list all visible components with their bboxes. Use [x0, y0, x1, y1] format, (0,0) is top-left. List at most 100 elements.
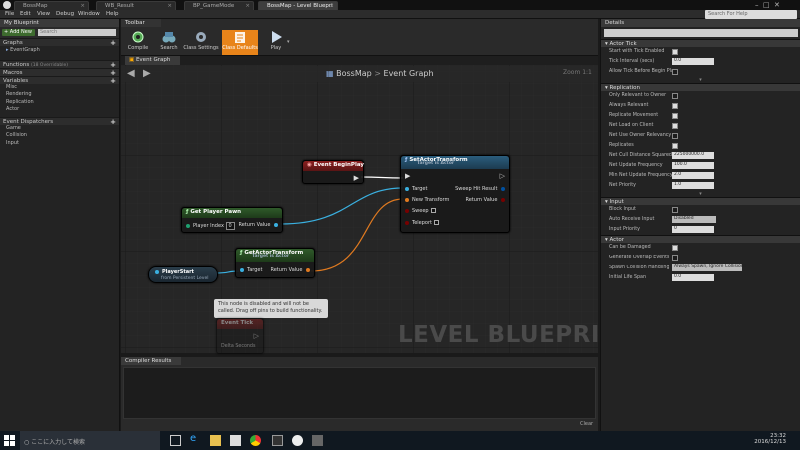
- property-value[interactable]: 0.0: [672, 274, 714, 281]
- actor-tick-section[interactable]: ▾ Actor Tick: [601, 39, 800, 47]
- window-controls[interactable]: – □ ✕: [755, 1, 780, 9]
- menu-help[interactable]: Help: [106, 11, 119, 17]
- back-arrow-icon[interactable]: ◀: [127, 68, 135, 79]
- property-checkbox[interactable]: [672, 123, 678, 129]
- menu-edit[interactable]: Edit: [20, 11, 31, 17]
- variable-category[interactable]: Misc: [0, 84, 119, 92]
- dispatcher-category[interactable]: Game: [0, 125, 119, 133]
- windows-start-icon[interactable]: [4, 435, 15, 446]
- class-settings-button[interactable]: Class Settings: [183, 30, 219, 55]
- chrome-icon[interactable]: [250, 435, 261, 446]
- sweep-checkbox[interactable]: [430, 208, 436, 213]
- macros-section[interactable]: Macros +: [0, 67, 119, 77]
- exec-out-icon[interactable]: ▶: [354, 174, 359, 182]
- tab-wb-result[interactable]: WB_Result ×: [96, 1, 176, 10]
- taskbar-search-input[interactable]: ○ ここに入力して検索: [20, 431, 160, 450]
- exec-out-icon[interactable]: ▷: [500, 172, 505, 180]
- set-actor-transform-node[interactable]: ƒ SetActorTransform Target is Actor ▶ ▷ T…: [400, 155, 510, 233]
- search-help-input[interactable]: Search For Help: [705, 10, 797, 19]
- graphs-section[interactable]: Graphs +: [0, 38, 119, 47]
- event-dispatchers-section[interactable]: Event Dispatchers +: [0, 116, 119, 126]
- title-tab-bar: BossMap × WB_Result × BP_GameMode × BossMap…: [0, 0, 800, 10]
- graph-canvas[interactable]: [121, 57, 598, 353]
- menu-debug[interactable]: Debug: [56, 11, 74, 17]
- property-checkbox[interactable]: [672, 143, 678, 149]
- zoom-level: Zoom 1:1: [563, 69, 592, 76]
- property-checkbox[interactable]: [672, 133, 678, 139]
- auto-receive-input-dropdown[interactable]: Disabled: [672, 216, 716, 223]
- event-beginplay-node[interactable]: ◉ Event BeginPlay ▶: [302, 160, 364, 184]
- play-options-chevron-icon[interactable]: ▾: [287, 39, 290, 45]
- actor-section[interactable]: ▾ Actor: [601, 235, 800, 243]
- property-value[interactable]: 1.0: [672, 182, 714, 189]
- property-checkbox[interactable]: [672, 69, 678, 75]
- property-checkbox[interactable]: [672, 93, 678, 99]
- store-icon[interactable]: [230, 435, 241, 446]
- exec-in-icon[interactable]: ▶: [405, 172, 410, 180]
- search-button[interactable]: Search: [154, 30, 184, 55]
- get-player-pawn-node[interactable]: ƒ Get Player Pawn Player Index 0 Return …: [181, 207, 283, 233]
- details-search-input[interactable]: [604, 29, 798, 37]
- player-start-node[interactable]: PlayerStart from Persistent Level: [148, 266, 218, 283]
- panel-title: My Blueprint: [0, 19, 119, 27]
- taskbar-clock[interactable]: 23:32 2016/12/13: [746, 433, 786, 445]
- dispatcher-category[interactable]: Input: [0, 140, 119, 148]
- property-row: Tick Interval (secs) 0.0: [601, 57, 800, 67]
- property-checkbox[interactable]: [672, 103, 678, 109]
- menu-window[interactable]: Window: [78, 11, 100, 17]
- tab-event-graph[interactable]: ▣ Event Graph: [125, 56, 180, 65]
- tab-bossmap[interactable]: BossMap ×: [14, 1, 89, 10]
- get-actor-transform-node[interactable]: ƒ GetActorTransform Target is Actor Targe…: [235, 248, 315, 278]
- property-checkbox[interactable]: [672, 245, 678, 251]
- toolbar: Toolbar Compile Search Class Settings Cl…: [121, 19, 598, 56]
- blueprint-search-input[interactable]: Search: [38, 29, 116, 36]
- player-index-field[interactable]: 0: [225, 222, 235, 230]
- event-graph-item[interactable]: ▸ EventGraph: [0, 46, 119, 54]
- property-checkbox[interactable]: [672, 207, 678, 213]
- my-blueprint-panel: My Blueprint + Add New Search Graphs + ▸ …: [0, 19, 120, 431]
- spawn-collision-dropdown[interactable]: Always Spawn, Ignore Collisions: [672, 264, 746, 271]
- tab-bp-gamemode[interactable]: BP_GameMode ×: [184, 1, 254, 10]
- graph-header: ◀ ▶ ▦ BossMap > Event Graph Zoom 1:1: [121, 66, 598, 82]
- taskbar-app-icon[interactable]: [272, 435, 283, 446]
- functions-section[interactable]: Functions (18 Overridable) +: [0, 59, 119, 69]
- add-new-button[interactable]: + Add New: [2, 29, 35, 36]
- property-row: Allow Tick Before Begin Play: [609, 69, 678, 75]
- property-checkbox[interactable]: [672, 255, 678, 261]
- menu-view[interactable]: View: [37, 11, 50, 17]
- compile-icon: [132, 31, 144, 43]
- variable-category[interactable]: Replication: [0, 99, 119, 107]
- compiler-results-title: Compiler Results: [121, 357, 181, 365]
- unreal-logo-icon: [3, 1, 11, 9]
- unreal-engine-icon[interactable]: [292, 435, 303, 446]
- property-checkbox[interactable]: [672, 113, 678, 119]
- breadcrumb-root[interactable]: BossMap: [336, 69, 372, 78]
- variable-category[interactable]: Rendering: [0, 91, 119, 99]
- teleport-checkbox[interactable]: [434, 220, 439, 225]
- clear-button[interactable]: Clear: [580, 421, 593, 427]
- file-explorer-icon[interactable]: [210, 435, 221, 446]
- input-section[interactable]: ▾ Input: [601, 197, 800, 205]
- property-value[interactable]: 2.0: [672, 172, 714, 179]
- compile-button[interactable]: Compile: [123, 30, 153, 55]
- forward-arrow-icon[interactable]: ▶: [143, 68, 151, 79]
- menu-bar: File Edit View Debug Window Help: [0, 10, 800, 19]
- event-tick-node[interactable]: Event Tick ▷ Delta Seconds: [216, 318, 264, 354]
- variables-section[interactable]: Variables +: [0, 75, 119, 85]
- property-value[interactable]: 100.0: [672, 162, 714, 169]
- replication-section[interactable]: ▾ Replication: [601, 83, 800, 91]
- property-value[interactable]: 0.0: [672, 58, 714, 65]
- toolbar-title: Toolbar: [121, 19, 161, 27]
- exec-out-icon[interactable]: ▷: [254, 332, 259, 340]
- dispatcher-category[interactable]: Collision: [0, 132, 119, 140]
- visual-studio-icon[interactable]: [312, 435, 323, 446]
- class-defaults-button[interactable]: Class Defaults: [222, 30, 258, 55]
- variable-category[interactable]: Actor: [0, 106, 119, 114]
- property-value[interactable]: 225000000.0: [672, 152, 714, 159]
- edge-browser-icon[interactable]: e: [190, 433, 201, 444]
- tab-level-blueprint[interactable]: BossMap - Level Bluepri ×: [258, 1, 338, 10]
- task-view-icon[interactable]: [170, 435, 181, 446]
- menu-file[interactable]: File: [5, 11, 14, 17]
- property-checkbox[interactable]: [672, 49, 678, 55]
- property-value[interactable]: 0: [672, 226, 714, 233]
